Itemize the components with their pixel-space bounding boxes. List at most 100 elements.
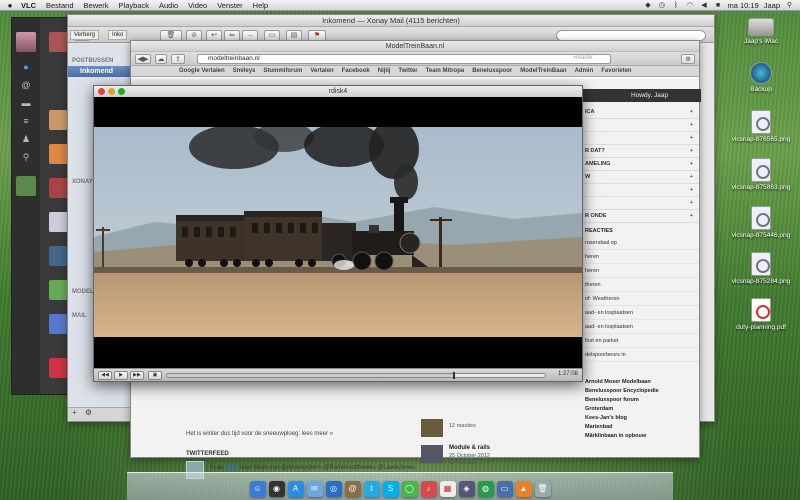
comment-item[interactable]: delspoorbeurs in	[581, 348, 699, 362]
reader-button[interactable]: Reader	[573, 55, 593, 61]
comment-item[interactable]: heren	[581, 250, 699, 264]
dashboard-icon[interactable]: ◉	[268, 481, 285, 497]
contact-thumbnail[interactable]	[49, 32, 68, 52]
person-icon[interactable]: ♟	[20, 134, 32, 144]
music-icon[interactable]: ♪	[420, 481, 437, 497]
volume-icon[interactable]: ◀	[699, 1, 708, 9]
url-field[interactable]: modeltreinbaan.nl	[197, 54, 611, 64]
chat-icon[interactable]: ●	[20, 62, 32, 72]
menu-venster[interactable]: Venster	[212, 1, 247, 10]
contact-thumbnail[interactable]	[49, 314, 68, 334]
bookmark-item[interactable]: Google Vertalen	[179, 66, 225, 76]
contact-thumbnail[interactable]	[49, 178, 68, 198]
comment-item[interactable]: theren	[581, 278, 699, 292]
bookmark-item[interactable]: ModelTreinBaan	[520, 66, 566, 76]
backup-drive-icon[interactable]: Backup	[731, 62, 791, 93]
widget-row[interactable]: +	[581, 184, 699, 197]
cloud-icon[interactable]: ☁	[155, 54, 167, 64]
safari-icon[interactable]: ◎	[325, 481, 342, 497]
time-machine-icon[interactable]: ◷	[657, 1, 666, 9]
clock[interactable]: ma 10:19	[727, 1, 758, 10]
seek-bar[interactable]	[166, 372, 546, 379]
blogroll-link[interactable]: Groterdam	[581, 405, 699, 414]
png-file-icon[interactable]: vlcsnap-875446.png	[731, 206, 791, 239]
hard-drive-icon[interactable]: Jaap's iMac	[731, 18, 791, 45]
zoom-icon[interactable]	[118, 88, 125, 95]
app-store-icon[interactable]: A	[287, 481, 304, 497]
gear-icon[interactable]: ⚙	[85, 408, 92, 417]
bookmark-item[interactable]: Vertalen	[310, 66, 333, 76]
hide-button[interactable]: Verberg	[70, 30, 100, 40]
widget-row[interactable]: W +	[581, 171, 699, 184]
twitter-icon[interactable]: t	[363, 481, 380, 497]
avatar[interactable]	[16, 32, 36, 52]
bookmark-item[interactable]: Admin	[575, 66, 594, 76]
comment-item[interactable]: fost en parket	[581, 334, 699, 348]
blogroll-link[interactable]: Beneluxspoor Encyclopedie	[581, 387, 699, 396]
menu-video[interactable]: Video	[183, 1, 212, 10]
search-icon[interactable]: ⚲	[20, 152, 32, 162]
comment-item[interactable]: rosendaal op	[581, 236, 699, 250]
close-icon[interactable]	[98, 88, 105, 95]
bookmark-item[interactable]: Favorieten	[601, 66, 631, 76]
rewind-button[interactable]: ◀◀	[98, 371, 112, 380]
user-name[interactable]: Jaap	[764, 1, 780, 10]
contact-thumbnail[interactable]	[49, 110, 68, 130]
blogroll-link[interactable]: Märklinbaan in opbouw	[581, 432, 699, 441]
flag-icon[interactable]: ■	[713, 1, 722, 9]
comment-item[interactable]: of: Weatheren	[581, 292, 699, 306]
bookmark-item[interactable]: Nijlij	[378, 66, 391, 76]
howdy-label[interactable]: Howdy, Jaap	[631, 92, 668, 99]
fullscreen-button[interactable]: ▣	[148, 371, 162, 380]
widget-row[interactable]: R DAT? +	[581, 145, 699, 158]
pdf-file-icon[interactable]: duty-planning.pdf	[731, 298, 791, 331]
post-item[interactable]: 12 reacties	[421, 419, 561, 445]
bookmark-item[interactable]: Team Mitropa	[426, 66, 465, 76]
bookmark-item[interactable]: Twitter	[398, 66, 417, 76]
comment-item[interactable]: aad- en losplaatsen	[581, 320, 699, 334]
back-button[interactable]: ◀▶	[135, 54, 151, 64]
menu-bestand[interactable]: Bestand	[41, 1, 79, 10]
at-icon[interactable]: @	[20, 80, 32, 90]
widget-row[interactable]: +	[581, 197, 699, 210]
video-frame[interactable]	[94, 127, 582, 337]
avatar[interactable]	[16, 176, 36, 196]
share-button[interactable]: ⇪	[171, 54, 185, 64]
vlc-icon[interactable]: ▲	[515, 481, 532, 497]
bluetooth-icon[interactable]: ᛒ	[671, 1, 680, 9]
png-file-icon[interactable]: vlcsnap-876565.png	[731, 110, 791, 143]
finder-icon[interactable]: ☺	[249, 481, 266, 497]
chrome-icon[interactable]: ◍	[477, 481, 494, 497]
menu-help[interactable]: Help	[248, 1, 273, 10]
contacts-icon[interactable]: @	[344, 481, 361, 497]
menu-audio[interactable]: Audio	[154, 1, 183, 10]
comment-item[interactable]: aad- en losplaatsen	[581, 306, 699, 320]
add-mailbox-button[interactable]: +	[72, 408, 77, 417]
download-button[interactable]: ⊕	[681, 54, 695, 64]
inbox-tab[interactable]: Inko	[108, 30, 128, 40]
png-file-icon[interactable]: vlcsnap-875863.png	[731, 158, 791, 191]
calendar-icon[interactable]: ▦	[439, 481, 456, 497]
menu-vlc[interactable]: VLC	[16, 1, 41, 10]
mail-icon[interactable]: ✉	[306, 481, 323, 497]
photos-icon[interactable]: ◈	[458, 481, 475, 497]
list-icon[interactable]: ≡	[20, 116, 32, 126]
spotlight-icon[interactable]: ⚲	[785, 1, 794, 9]
contact-thumbnail[interactable]	[49, 358, 68, 378]
briefcase-icon[interactable]: ▬	[20, 98, 32, 108]
tweet-link[interactable]: trein	[225, 465, 238, 471]
post-excerpt[interactable]: Het is winter dus tijd voor de sneeuwplo…	[186, 431, 333, 437]
play-button[interactable]: ▶	[114, 371, 128, 380]
skype-icon[interactable]: S	[382, 481, 399, 497]
menu-playback[interactable]: Playback	[114, 1, 154, 10]
bookmark-item[interactable]: Beneluxspoor	[472, 66, 512, 76]
bookmark-item[interactable]: Smileys	[233, 66, 256, 76]
contact-thumbnail[interactable]	[49, 144, 68, 164]
blogroll-link[interactable]: Arnold Moser Modelbaan	[581, 378, 699, 387]
trash-icon[interactable]: 🗑	[534, 481, 551, 497]
widget-row[interactable]: ICA +	[581, 106, 699, 119]
contact-thumbnail[interactable]	[49, 212, 68, 232]
widget-row[interactable]: +	[581, 132, 699, 145]
seek-knob[interactable]	[453, 372, 456, 379]
bookmark-item[interactable]: Facebook	[342, 66, 370, 76]
